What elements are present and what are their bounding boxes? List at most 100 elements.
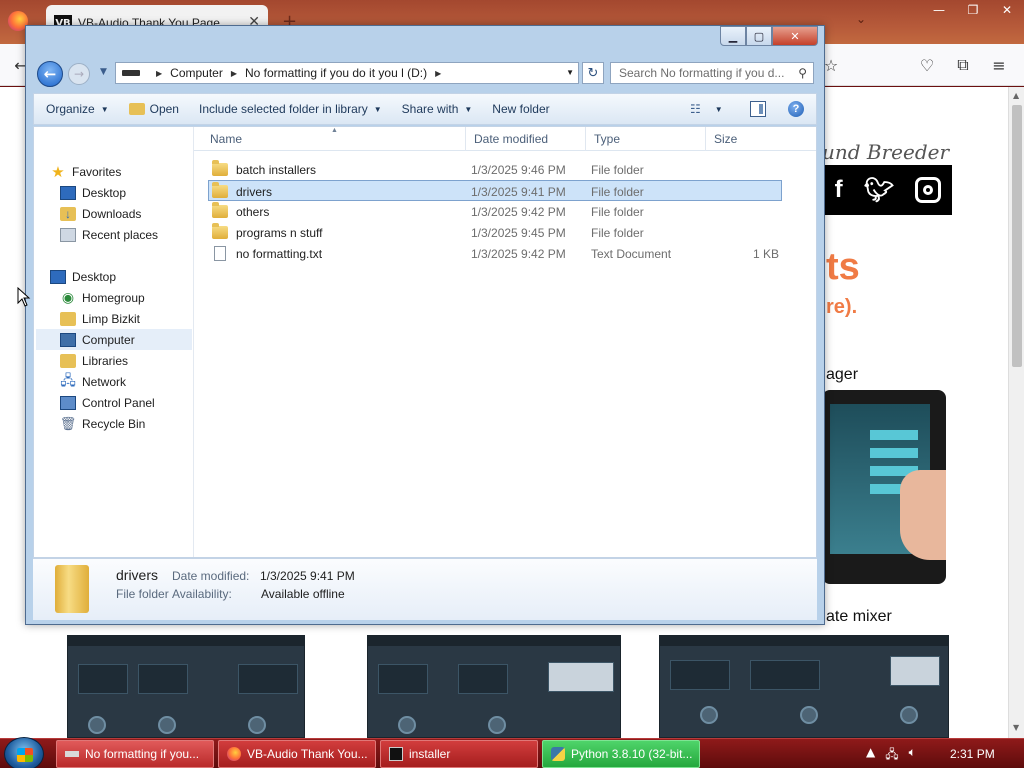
nav-recent-places[interactable]: Recent places	[60, 224, 216, 245]
nav-desktop-root[interactable]: Desktop	[50, 266, 206, 287]
breadcrumb-computer[interactable]: Computer	[170, 66, 223, 80]
nav-recycle-bin[interactable]: 🗑︎ Recycle Bin	[60, 413, 216, 434]
explorer-window-controls: ▁ ▢ ✕	[720, 26, 818, 46]
restore-icon[interactable]: ❐	[956, 0, 990, 20]
firefox-icon	[227, 747, 241, 761]
page-heading-fragment: ts	[826, 246, 860, 288]
brand-text: und Breeder	[822, 140, 950, 164]
recent-pages-icon[interactable]: ▼	[100, 67, 107, 77]
file-row[interactable]: programs n stuff 1/3/2025 9:45 PM File f…	[208, 222, 782, 243]
python-icon	[551, 747, 565, 761]
nav-homegroup[interactable]: ◉ Homegroup	[60, 287, 216, 308]
drive-icon	[65, 751, 79, 757]
file-row[interactable]: batch installers 1/3/2025 9:46 PM File f…	[208, 159, 782, 180]
maximize-button[interactable]: ▢	[746, 26, 772, 46]
include-library-button[interactable]: Include selected folder in library ▼	[189, 94, 392, 124]
share-with-button[interactable]: Share with ▼	[392, 94, 483, 124]
taskbar-item-explorer[interactable]: No formatting if you...	[56, 740, 214, 768]
show-hidden-icons-icon[interactable]: ▲	[866, 745, 875, 766]
details-availability-label: Availability:	[172, 587, 232, 601]
network-icon[interactable]: 🖧︎	[885, 745, 898, 766]
extensions-icon[interactable]: ⧉	[952, 54, 974, 76]
manager-text: ager	[826, 366, 859, 383]
nav-downloads[interactable]: ↓ Downloads	[60, 203, 216, 224]
browser-scrollbar[interactable]: ▲ ▼	[1008, 87, 1024, 738]
close-button[interactable]: ✕	[772, 26, 818, 46]
nav-desktop[interactable]: Desktop	[60, 182, 216, 203]
page-subheading-fragment: re).	[826, 296, 858, 318]
navigation-pane: ★ Favorites Desktop ↓ Downloads Recent pla…	[34, 127, 194, 557]
column-size[interactable]: Size	[706, 127, 786, 151]
help-icon[interactable]: ?	[788, 101, 804, 117]
libraries-icon	[60, 353, 76, 368]
facebook-icon[interactable]: f	[835, 176, 843, 204]
file-row-selected[interactable]: drivers 1/3/2025 9:41 PM File folder	[208, 180, 782, 201]
search-input[interactable]: Search No formatting if you d... ⚲	[610, 62, 814, 84]
column-type[interactable]: Type	[586, 127, 706, 151]
twitter-icon[interactable]: 🐦︎	[864, 176, 894, 205]
tab-list-icon[interactable]: ⌄	[856, 12, 866, 26]
column-date-modified[interactable]: Date modified	[466, 127, 586, 151]
menu-icon[interactable]: ≡	[988, 54, 1010, 76]
breadcrumb-drive[interactable]: No formatting if you do it you l (D:)	[245, 66, 427, 80]
chevron-down-icon: ▼	[373, 104, 382, 114]
file-row[interactable]: no formatting.txt 1/3/2025 9:42 PM Text …	[208, 243, 782, 264]
instagram-icon[interactable]	[915, 177, 942, 203]
view-list-icon: ☷	[690, 102, 701, 116]
nav-control-panel[interactable]: Control Panel	[60, 392, 216, 413]
new-folder-button[interactable]: New folder	[482, 94, 559, 124]
volume-icon[interactable]: 🔈︎	[909, 745, 916, 766]
nav-favorites[interactable]: ★ Favorites	[50, 161, 206, 182]
folder-icon	[55, 565, 89, 613]
taskbar: No formatting if you... VB-Audio Thank Y…	[0, 737, 1024, 768]
mixer-screenshot-3	[659, 635, 949, 738]
chevron-right-icon[interactable]: ▶	[435, 69, 441, 78]
details-pane: drivers Date modified: 1/3/2025 9:41 PM …	[33, 558, 817, 620]
change-view-button[interactable]: ☷ ▼	[690, 94, 723, 124]
open-folder-icon	[128, 103, 145, 115]
taskbar-item-python[interactable]: Python 3.8.10 (32-bit...	[542, 740, 700, 768]
chevron-down-icon: ▼	[464, 104, 473, 114]
network-icon: 🖧︎	[60, 371, 76, 388]
nav-network[interactable]: 🖧︎ Network	[60, 371, 216, 392]
desktop-icon	[50, 269, 66, 284]
chevron-down-icon: ▼	[714, 104, 723, 114]
chevron-right-icon[interactable]: ▶	[231, 69, 237, 78]
chevron-right-icon[interactable]: ▶	[156, 69, 162, 78]
close-icon[interactable]: ✕	[990, 0, 1024, 20]
details-date-value: 1/3/2025 9:41 PM	[260, 569, 355, 583]
nav-user[interactable]: Limp Bizkit	[60, 308, 216, 329]
folder-icon	[212, 160, 228, 176]
system-tray: ▲ 🖧︎ 🔈︎	[866, 745, 916, 766]
pocket-icon[interactable]: ♡	[916, 54, 938, 76]
path-breadcrumb[interactable]: ▶ Computer ▶ No formatting if you do it …	[115, 62, 579, 84]
text-file-icon	[214, 246, 226, 261]
scrollbar-thumb[interactable]	[1012, 105, 1022, 367]
taskbar-item-firefox[interactable]: VB-Audio Thank You...	[218, 740, 376, 768]
homegroup-icon: ◉	[61, 289, 75, 305]
minimize-icon[interactable]: —	[922, 0, 956, 20]
forward-button[interactable]: →	[68, 63, 90, 85]
computer-icon	[60, 332, 76, 347]
back-button[interactable]: ←	[37, 61, 63, 87]
organize-button[interactable]: Organize ▼	[34, 94, 119, 124]
minimize-button[interactable]: ▁	[720, 26, 746, 46]
refresh-button[interactable]: ↻	[582, 62, 604, 84]
folder-icon	[212, 223, 228, 239]
taskbar-item-installer[interactable]: installer	[380, 740, 538, 768]
user-folder-icon	[60, 311, 76, 326]
star-icon: ★	[51, 163, 65, 181]
nav-libraries[interactable]: Libraries	[60, 350, 216, 371]
folder-icon	[212, 202, 228, 218]
file-list: ▲ Name Date modified Type Size batch ins…	[194, 127, 816, 557]
nav-computer[interactable]: Computer	[36, 329, 192, 350]
clock[interactable]: 2:31 PM	[950, 747, 995, 761]
mixer-text: ate mixer	[826, 608, 892, 625]
start-button[interactable]	[4, 737, 44, 768]
open-button[interactable]: Open	[119, 94, 189, 124]
column-name[interactable]: Name	[202, 127, 466, 151]
recent-places-icon	[60, 227, 76, 242]
preview-pane-icon[interactable]	[750, 101, 766, 117]
file-row[interactable]: others 1/3/2025 9:42 PM File folder	[208, 201, 782, 222]
chevron-down-icon[interactable]: ▼	[566, 68, 574, 77]
